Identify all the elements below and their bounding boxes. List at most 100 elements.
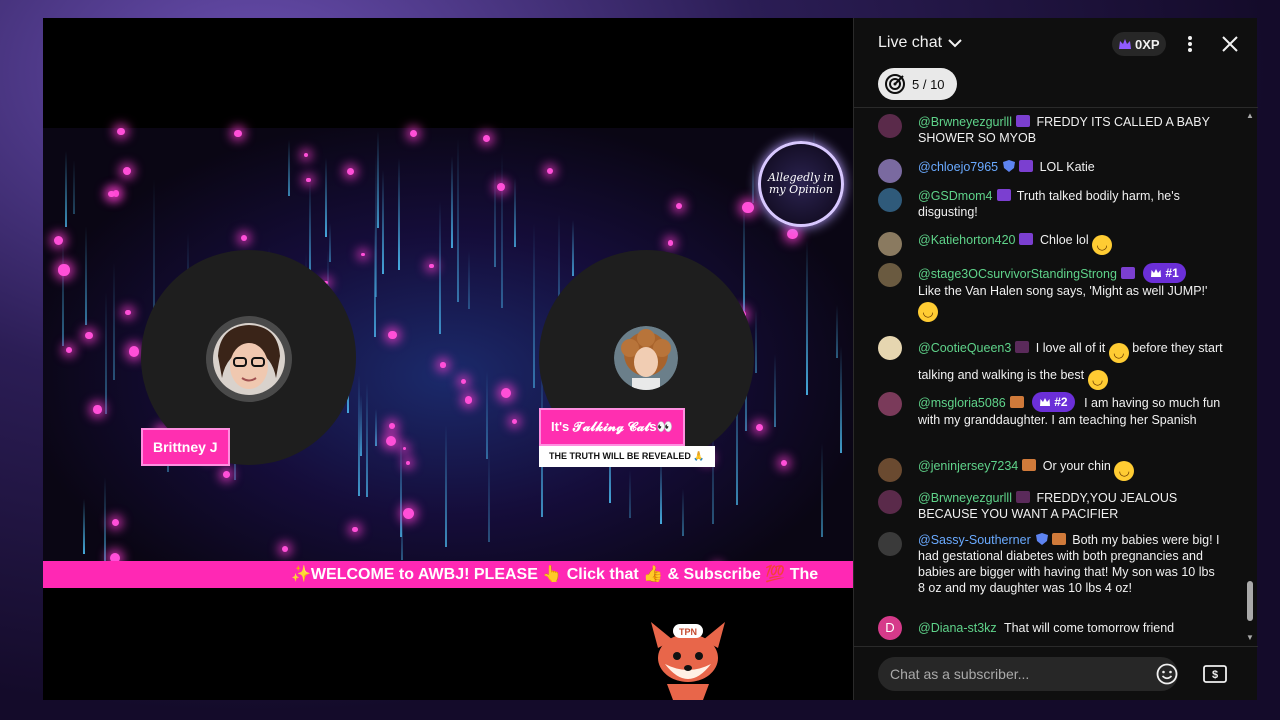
light-streak: [359, 395, 362, 456]
light-streak: [358, 374, 361, 497]
glow-spark: [496, 182, 505, 191]
guest-right-avatar-image: [614, 326, 678, 390]
glow-spark: [306, 177, 311, 182]
scroll-up-icon[interactable]: ▲: [1246, 112, 1254, 120]
member-badge-icon: [1022, 459, 1037, 471]
chat-footer: Chat as a subscriber... $: [854, 646, 1258, 700]
scroll-down-icon[interactable]: ▼: [1246, 634, 1254, 642]
chat-author[interactable]: @chloejo7965: [918, 160, 998, 174]
chat-message: @CootieQueen3 I love all of it ◡ before …: [878, 336, 1224, 390]
chat-author[interactable]: @GSDmom4: [918, 189, 993, 203]
laughing-emoji-icon: ◡: [1108, 343, 1129, 363]
avatar: [878, 159, 902, 183]
close-icon: [1222, 36, 1238, 52]
glow-spark: [222, 471, 230, 478]
light-streak: [629, 470, 632, 519]
glow-spark: [440, 362, 446, 368]
super-chat-button[interactable]: $: [1200, 659, 1230, 689]
avatar: [878, 532, 902, 556]
chat-author[interactable]: @Brwneyezgurlll: [918, 491, 1012, 505]
glow-spark: [512, 418, 518, 424]
chat-author[interactable]: @Sassy-Southerner: [918, 533, 1031, 547]
light-streak: [400, 436, 403, 537]
channel-logo-text: Allegedly in my Opinion: [768, 170, 834, 196]
engagement-goal-pill[interactable]: 5 / 10: [878, 68, 957, 100]
glow-spark: [405, 461, 410, 466]
light-streak: [839, 346, 842, 453]
member-badge-icon: [1015, 115, 1030, 127]
chat-scrollbar[interactable]: ▲ ▼: [1246, 112, 1254, 643]
light-streak: [681, 488, 684, 537]
light-streak: [752, 161, 755, 203]
chat-author[interactable]: @Diana-st3kz: [918, 621, 997, 635]
chat-message: @chloejo7965 LOL Katie: [878, 159, 1224, 183]
guest-right-avatar: [614, 326, 678, 390]
glow-spark: [668, 240, 674, 246]
chat-author[interactable]: @Katiehorton420: [918, 233, 1015, 247]
light-streak: [103, 476, 106, 569]
crown-icon: [1040, 398, 1051, 406]
chat-author[interactable]: @msgloria5086: [918, 396, 1006, 410]
light-streak: [450, 156, 453, 249]
chat-author[interactable]: @CootieQueen3: [918, 341, 1011, 355]
glow-spark: [124, 309, 131, 316]
video-player[interactable]: Allegedly in my Opinion Brittney J It's …: [43, 18, 853, 700]
live-chat-panel: Live chat 0XP 5 / 10 @Brwneyezgurlll FRE…: [853, 18, 1258, 700]
glow-spark: [464, 396, 473, 405]
chat-author[interactable]: @Brwneyezgurlll: [918, 115, 1012, 129]
chat-text: That will come tomorrow friend: [1003, 621, 1175, 635]
chat-message: @Katiehorton420 Chloe lol ◡: [878, 232, 1224, 256]
member-badge-icon: [1051, 533, 1066, 545]
glow-spark: [482, 135, 490, 143]
rank-value: #2: [1054, 395, 1068, 409]
glow-spark: [58, 264, 70, 276]
light-streak: [806, 241, 809, 396]
more-options-button[interactable]: [1176, 30, 1204, 58]
avatar: D: [878, 616, 902, 640]
close-chat-button[interactable]: [1216, 30, 1244, 58]
avatar: [878, 490, 902, 514]
light-streak: [112, 262, 115, 380]
light-streak: [104, 291, 107, 414]
avatar: [878, 114, 902, 138]
xp-button[interactable]: 0XP: [1112, 32, 1166, 56]
leaderboard-rank-badge: #1: [1143, 263, 1186, 283]
glow-spark: [403, 446, 407, 450]
glow-spark: [361, 252, 365, 257]
emoji-button[interactable]: [1152, 659, 1182, 689]
crown-icon: [1119, 39, 1131, 49]
light-streak: [374, 409, 377, 447]
glow-spark: [675, 202, 683, 210]
glow-spark: [755, 423, 764, 432]
avatar: [878, 458, 902, 482]
light-streak: [743, 203, 746, 326]
chat-author[interactable]: @jeninjersey7234: [918, 459, 1018, 473]
light-streak: [287, 139, 290, 196]
chat-author[interactable]: @stage3OCsurvivorStandingStrong: [918, 267, 1117, 281]
chat-mode-dropdown[interactable]: Live chat: [878, 34, 962, 52]
more-vertical-icon: [1188, 36, 1192, 52]
glow-spark: [460, 378, 466, 384]
glow-spark: [93, 405, 102, 414]
chat-input[interactable]: Chat as a subscriber...: [878, 657, 1178, 691]
glow-spark: [402, 508, 415, 520]
member-badge-icon: [1015, 491, 1030, 503]
target-icon: [885, 74, 905, 94]
chat-message-list[interactable]: @Brwneyezgurlll FREDDY ITS CALLED A BABY…: [854, 108, 1258, 648]
glow-spark: [347, 167, 355, 175]
member-badge-icon: [1019, 233, 1034, 245]
chat-message: @Sassy-Southerner Both my babies were bi…: [878, 532, 1224, 596]
light-streak: [376, 130, 379, 228]
light-streak: [73, 160, 76, 215]
light-streak: [494, 168, 497, 268]
glow-spark: [429, 263, 434, 269]
glow-spark: [386, 436, 397, 447]
member-badge-icon: [1015, 341, 1030, 353]
avatar: [878, 263, 902, 287]
glow-spark: [303, 152, 308, 158]
scrollbar-thumb[interactable]: [1247, 581, 1253, 621]
chat-message: @jeninjersey7234 Or your chin ◡: [878, 458, 1224, 482]
chat-input-placeholder: Chat as a subscriber...: [890, 666, 1030, 682]
glow-spark: [66, 346, 73, 353]
leaderboard-rank-badge: #2: [1032, 392, 1075, 412]
